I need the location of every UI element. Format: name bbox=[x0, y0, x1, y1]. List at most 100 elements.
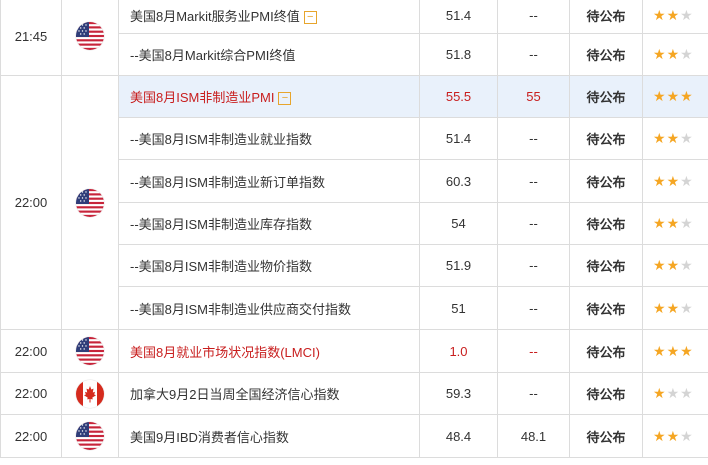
importance-star-icon: ★ bbox=[653, 342, 666, 359]
forecast-value: -- bbox=[497, 202, 570, 245]
importance-star-icon: ★ bbox=[680, 46, 693, 62]
collapse-toggle-icon[interactable]: − bbox=[303, 10, 317, 24]
event-name-cell[interactable]: --美国8月Markit综合PMI终值 bbox=[118, 33, 420, 76]
event-name[interactable]: --美国8月Markit综合PMI终值 bbox=[130, 48, 295, 63]
us-flag-icon bbox=[76, 22, 104, 50]
importance-star-icon: ★ bbox=[666, 172, 680, 189]
importance-star-icon: ★ bbox=[653, 130, 666, 146]
calendar-body: 21:45 美国8月Markit服务业PMI终值 −51.4 -- 待公布 ★★★ --美国… bbox=[0, 0, 708, 458]
event-name[interactable]: --美国8月ISM非制造业供应商交付指数 bbox=[130, 302, 351, 317]
event-name-cell[interactable]: 美国9月IBD消费者信心指数 bbox=[118, 414, 420, 458]
importance-star-icon: ★ bbox=[680, 257, 693, 273]
forecast-value: -- bbox=[497, 0, 570, 34]
importance-star-icon: ★ bbox=[680, 130, 693, 146]
event-name-cell[interactable]: 美国8月ISM非制造业PMI − bbox=[118, 75, 420, 118]
canada-flag-icon bbox=[76, 379, 104, 408]
calendar-row[interactable]: 22:00 加拿大9月2日当周全国经济信心指数 59.3 -- 待公布 ★★★ bbox=[0, 372, 708, 415]
importance-star-icon: ★ bbox=[653, 172, 666, 189]
importance-rating: ★★★ bbox=[642, 329, 708, 373]
importance-rating: ★★★ bbox=[642, 372, 708, 415]
economic-calendar: 21:45 美国8月Markit服务业PMI终值 −51.4 -- 待公布 ★★★ --美国… bbox=[0, 0, 708, 465]
forecast-value: -- bbox=[497, 372, 570, 415]
importance-star-icon: ★ bbox=[680, 215, 693, 231]
calendar-row[interactable]: 22:00 美国8月ISM非制造业PMI −55.5 55 待公布 ★★★ bbox=[0, 75, 708, 330]
event-name[interactable]: --美国8月ISM非制造业物价指数 bbox=[130, 259, 312, 274]
event-name-cell[interactable]: 美国8月就业市场状况指数(LMCI) bbox=[118, 329, 420, 373]
event-time: 22:00 bbox=[0, 329, 62, 373]
status-badge: 待公布 bbox=[569, 286, 643, 330]
event-name[interactable]: --美国8月ISM非制造业就业指数 bbox=[130, 132, 312, 147]
status-badge: 待公布 bbox=[569, 117, 643, 160]
event-name[interactable]: --美国8月ISM非制造业库存指数 bbox=[130, 217, 312, 232]
previous-value: 60.3 bbox=[419, 159, 498, 203]
event-name-cell[interactable]: 美国8月Markit服务业PMI终值 − bbox=[118, 0, 420, 34]
previous-value: 51.4 bbox=[419, 0, 498, 34]
importance-rating: ★★★ bbox=[642, 0, 708, 34]
event-time: 22:00 bbox=[0, 372, 62, 415]
importance-rating: ★★★ bbox=[642, 286, 708, 330]
importance-star-icon: ★ bbox=[680, 299, 693, 316]
calendar-table: 21:45 美国8月Markit服务业PMI终值 −51.4 -- 待公布 ★★★ --美国… bbox=[0, 0, 708, 458]
importance-rating: ★★★ bbox=[642, 117, 708, 160]
calendar-row[interactable]: 22:00 美国8月就业市场状况指数(LMCI) 1.0 -- 待公布 ★★★ bbox=[0, 329, 708, 373]
status-badge: 待公布 bbox=[569, 33, 643, 76]
calendar-row[interactable]: 21:45 美国8月Markit服务业PMI终值 −51.4 -- 待公布 ★★★ bbox=[0, 0, 708, 76]
importance-rating: ★★★ bbox=[642, 202, 708, 245]
importance-rating: ★★★ bbox=[642, 75, 708, 118]
status-badge: 待公布 bbox=[569, 75, 643, 118]
importance-star-icon: ★ bbox=[680, 172, 693, 189]
collapse-toggle-icon[interactable]: − bbox=[278, 92, 292, 106]
importance-star-icon: ★ bbox=[653, 385, 666, 401]
forecast-value: -- bbox=[497, 159, 570, 203]
forecast-value: -- bbox=[497, 244, 570, 287]
importance-star-icon: ★ bbox=[666, 342, 680, 359]
importance-star-icon: ★ bbox=[666, 257, 680, 273]
importance-star-icon: ★ bbox=[653, 215, 666, 231]
us-flag-icon bbox=[76, 337, 104, 365]
calendar-row[interactable]: 22:00 美国9月IBD消费者信心指数 48.4 48.1 待公布 ★★★ bbox=[0, 414, 708, 458]
importance-rating: ★★★ bbox=[642, 414, 708, 458]
event-name[interactable]: 美国8月ISM非制造业PMI bbox=[130, 90, 274, 105]
importance-star-icon: ★ bbox=[653, 46, 666, 62]
us-flag-icon bbox=[76, 422, 104, 450]
previous-value: 1.0 bbox=[419, 329, 498, 373]
event-name[interactable]: 美国9月IBD消费者信心指数 bbox=[130, 430, 289, 445]
importance-star-icon: ★ bbox=[653, 6, 666, 23]
event-name-cell[interactable]: --美国8月ISM非制造业供应商交付指数 bbox=[118, 286, 420, 330]
country-flag-cell bbox=[61, 75, 119, 330]
importance-star-icon: ★ bbox=[666, 427, 680, 444]
importance-star-icon: ★ bbox=[653, 299, 666, 316]
importance-star-icon: ★ bbox=[653, 257, 666, 273]
status-badge: 待公布 bbox=[569, 414, 643, 458]
status-badge: 待公布 bbox=[569, 372, 643, 415]
importance-star-icon: ★ bbox=[666, 299, 680, 316]
event-name-cell[interactable]: --美国8月ISM非制造业物价指数 bbox=[118, 244, 420, 287]
event-name[interactable]: 美国8月就业市场状况指数(LMCI) bbox=[130, 345, 320, 360]
status-badge: 待公布 bbox=[569, 202, 643, 245]
importance-star-icon: ★ bbox=[666, 88, 680, 104]
importance-star-icon: ★ bbox=[680, 427, 693, 444]
importance-star-icon: ★ bbox=[680, 342, 693, 359]
event-name-cell[interactable]: --美国8月ISM非制造业就业指数 bbox=[118, 117, 420, 160]
event-name[interactable]: 加拿大9月2日当周全国经济信心指数 bbox=[130, 387, 339, 402]
status-badge: 待公布 bbox=[569, 329, 643, 373]
previous-value: 51.4 bbox=[419, 117, 498, 160]
importance-rating: ★★★ bbox=[642, 244, 708, 287]
event-name[interactable]: --美国8月ISM非制造业新订单指数 bbox=[130, 175, 325, 190]
forecast-value: 48.1 bbox=[497, 414, 570, 458]
importance-star-icon: ★ bbox=[680, 6, 693, 23]
event-name-cell[interactable]: 加拿大9月2日当周全国经济信心指数 bbox=[118, 372, 420, 415]
country-flag-cell bbox=[61, 372, 119, 415]
importance-star-icon: ★ bbox=[666, 6, 680, 23]
forecast-value: 55 bbox=[497, 75, 570, 118]
event-name[interactable]: 美国8月Markit服务业PMI终值 bbox=[130, 9, 300, 24]
event-name-cell[interactable]: --美国8月ISM非制造业库存指数 bbox=[118, 202, 420, 245]
event-time: 22:00 bbox=[0, 75, 62, 330]
importance-star-icon: ★ bbox=[680, 385, 693, 401]
importance-star-icon: ★ bbox=[653, 88, 666, 104]
forecast-value: -- bbox=[497, 117, 570, 160]
forecast-value: -- bbox=[497, 286, 570, 330]
previous-value: 59.3 bbox=[419, 372, 498, 415]
event-name-cell[interactable]: --美国8月ISM非制造业新订单指数 bbox=[118, 159, 420, 203]
importance-star-icon: ★ bbox=[653, 427, 666, 444]
